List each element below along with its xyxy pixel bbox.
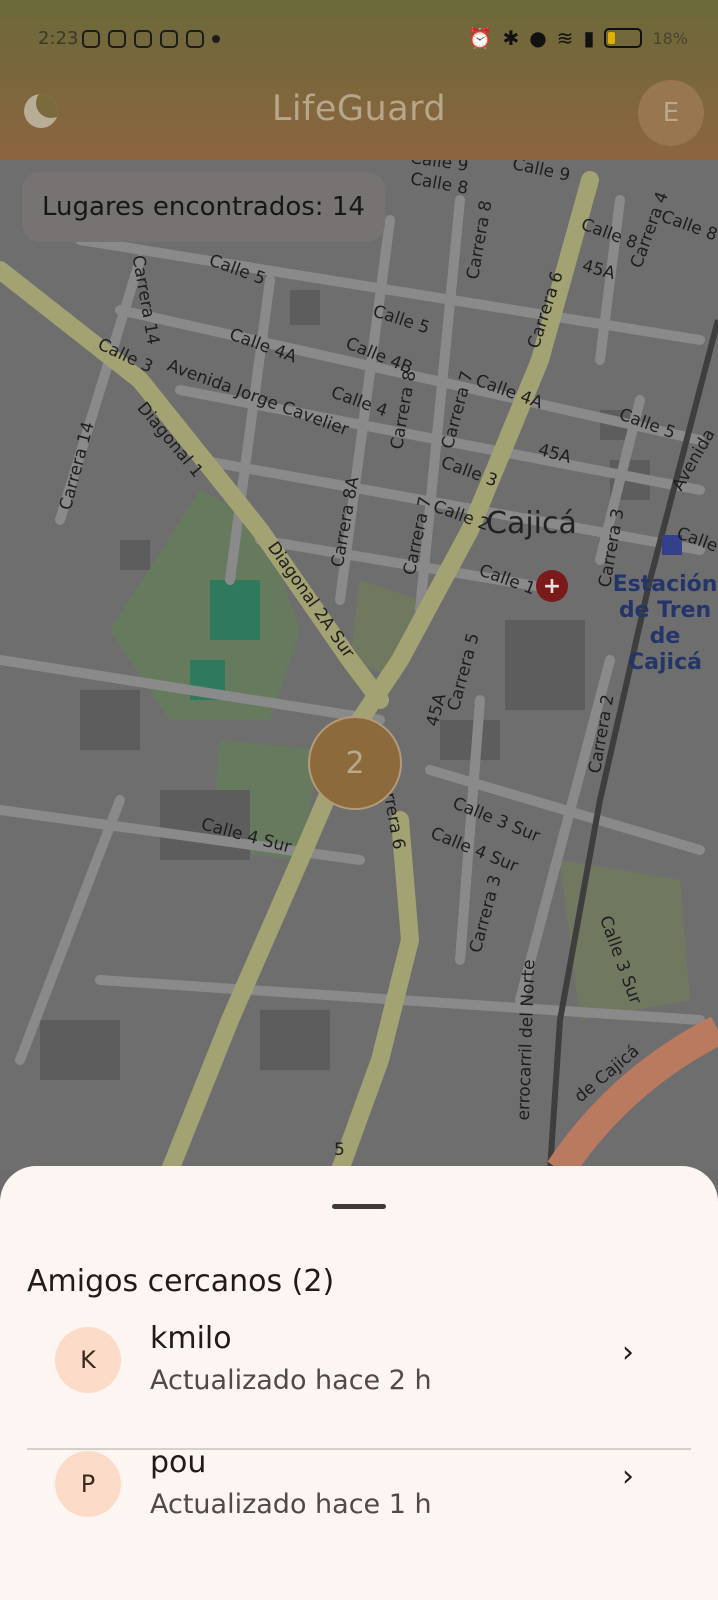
city-label: Cajicá	[486, 506, 577, 541]
app-header: 2:23 ⏰ ✱ ● ≋ ▮ 18% LifeGuard E	[0, 0, 718, 160]
friend-item[interactable]: K kmilo Actualizado hace 2 h ›	[27, 1299, 691, 1419]
game-icon	[108, 30, 126, 48]
friend-name: kmilo	[150, 1321, 232, 1356]
game-icon	[82, 30, 100, 48]
friends-cluster-marker[interactable]: 2	[308, 716, 402, 810]
battery-icon	[604, 28, 643, 48]
station-label-line: Estación	[612, 572, 718, 597]
map-base	[0, 160, 718, 1170]
signal-icon: ▮	[583, 26, 595, 50]
friend-avatar: K	[55, 1327, 121, 1393]
friend-name: pou	[150, 1445, 207, 1480]
chevron-right-icon: ›	[622, 1458, 634, 1494]
profile-avatar[interactable]: E	[638, 80, 704, 146]
friend-item[interactable]: P pou Actualizado hace 1 h ›	[27, 1423, 691, 1543]
instagram-icon	[134, 30, 152, 48]
station-label-line: de Cajicá	[628, 624, 702, 675]
battery-percent: 18%	[652, 28, 688, 48]
station-label[interactable]: Estación de Tren de Cajicá	[612, 572, 718, 676]
sheet-title: Amigos cercanos (2)	[27, 1264, 335, 1299]
instagram-icon	[160, 30, 178, 48]
street-label: 5	[334, 1140, 345, 1160]
chevron-right-icon: ›	[622, 1334, 634, 1370]
more-notifications-icon	[212, 35, 220, 43]
location-icon: ●	[529, 26, 547, 50]
system-icons: ⏰ ✱ ● ≋ ▮ 18%	[468, 26, 688, 50]
places-found-badge: Lugares encontrados: 14	[22, 172, 385, 242]
drag-handle[interactable]	[332, 1204, 386, 1209]
notification-icons	[82, 30, 220, 48]
alarm-icon: ⏰	[467, 26, 493, 50]
friend-updated: Actualizado hace 1 h	[150, 1489, 432, 1520]
hospital-icon[interactable]: +	[536, 570, 568, 602]
status-bar: 2:23 ⏰ ✱ ● ≋ ▮ 18%	[0, 0, 718, 80]
wifi-icon: ≋	[556, 26, 574, 50]
map-view[interactable]: Lugares encontrados: 14 Calle 9 Calle 8 …	[0, 160, 718, 1170]
instagram-icon	[186, 30, 204, 48]
nearby-friends-sheet: Amigos cercanos (2) K kmilo Actualizado …	[0, 1166, 718, 1600]
friend-avatar: P	[55, 1451, 121, 1517]
bluetooth-icon: ✱	[502, 26, 520, 50]
friend-updated: Actualizado hace 2 h	[150, 1365, 432, 1396]
status-time: 2:23	[38, 28, 79, 49]
station-label-line: de Tren	[618, 598, 712, 623]
app-title: LifeGuard	[271, 89, 447, 129]
